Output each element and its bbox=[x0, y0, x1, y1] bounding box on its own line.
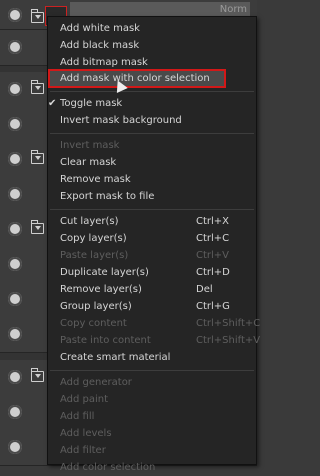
menu-item-copy-layers[interactable]: Copy layer(s) Ctrl+C bbox=[48, 230, 256, 247]
menu-item-add-levels: Add levels bbox=[60, 428, 112, 439]
visibility-eye-icon[interactable] bbox=[8, 117, 22, 131]
visibility-eye-icon[interactable] bbox=[8, 405, 22, 419]
menu-item-copy-content: Copy content Ctrl+Shift+C bbox=[60, 318, 261, 329]
menu-item-export-mask-to-file[interactable]: Export mask to file bbox=[48, 188, 256, 205]
context-menu: Add white mask Add black mask Add bitmap… bbox=[47, 16, 261, 473]
menu-item-group-layers[interactable]: Group layer(s) Ctrl+G bbox=[48, 298, 256, 315]
folder-icon bbox=[31, 150, 44, 164]
menu-separator bbox=[50, 209, 254, 210]
menu-item-invert-mask-background[interactable]: Invert mask background bbox=[48, 112, 256, 129]
menu-separator bbox=[50, 370, 254, 371]
visibility-eye-icon[interactable] bbox=[8, 327, 22, 341]
checkmark-icon: ✔ bbox=[48, 98, 57, 109]
menu-item-remove-mask[interactable]: Remove mask bbox=[48, 171, 256, 188]
menu-item-add-paint: Add paint bbox=[60, 394, 109, 405]
folder-icon bbox=[31, 80, 44, 94]
visibility-eye-icon[interactable] bbox=[8, 82, 22, 96]
menu-separator bbox=[50, 91, 254, 92]
menu-item-clear-mask[interactable]: Clear mask bbox=[48, 154, 256, 171]
menu-item-add-fill: Add fill bbox=[60, 411, 95, 422]
visibility-eye-icon[interactable] bbox=[8, 152, 22, 166]
blend-mode-label[interactable]: Norm bbox=[220, 4, 247, 15]
menu-item-invert-mask: Invert mask bbox=[60, 140, 120, 151]
folder-icon bbox=[31, 9, 44, 23]
visibility-eye-icon[interactable] bbox=[8, 8, 22, 22]
visibility-eye-icon[interactable] bbox=[8, 187, 22, 201]
menu-item-add-mask-with-color-selection[interactable]: Add mask with color selection bbox=[48, 69, 226, 88]
menu-item-duplicate-layers[interactable]: Duplicate layer(s) Ctrl+D bbox=[48, 264, 256, 281]
menu-item-create-smart-material[interactable]: Create smart material bbox=[48, 349, 256, 366]
menu-item-add-white-mask[interactable]: Add white mask bbox=[48, 20, 256, 37]
menu-item-toggle-mask[interactable]: ✔ Toggle mask bbox=[48, 95, 256, 112]
menu-item-remove-layers[interactable]: Remove layer(s) Del bbox=[48, 281, 256, 298]
visibility-eye-icon[interactable] bbox=[8, 292, 22, 306]
menu-item-cut-layers[interactable]: Cut layer(s) Ctrl+X bbox=[48, 213, 256, 230]
menu-item-add-bitmap-mask[interactable]: Add bitmap mask bbox=[48, 54, 256, 71]
visibility-eye-icon[interactable] bbox=[8, 370, 22, 384]
menu-item-add-generator: Add generator bbox=[60, 377, 132, 388]
menu-item-add-black-mask[interactable]: Add black mask bbox=[48, 37, 256, 54]
visibility-eye-icon[interactable] bbox=[8, 222, 22, 236]
menu-item-paste-layers: Paste layer(s) Ctrl+V bbox=[60, 250, 230, 261]
folder-icon bbox=[31, 220, 44, 234]
menu-item-paste-into-content: Paste into content Ctrl+Shift+V bbox=[60, 335, 261, 346]
folder-icon bbox=[31, 368, 44, 382]
menu-separator bbox=[50, 133, 254, 134]
visibility-eye-icon[interactable] bbox=[8, 257, 22, 271]
menu-item-add-filter: Add filter bbox=[60, 445, 106, 456]
menu-item-add-color-selection: Add color selection bbox=[60, 462, 156, 473]
visibility-eye-icon[interactable] bbox=[8, 440, 22, 454]
visibility-eye-icon[interactable] bbox=[8, 40, 22, 54]
